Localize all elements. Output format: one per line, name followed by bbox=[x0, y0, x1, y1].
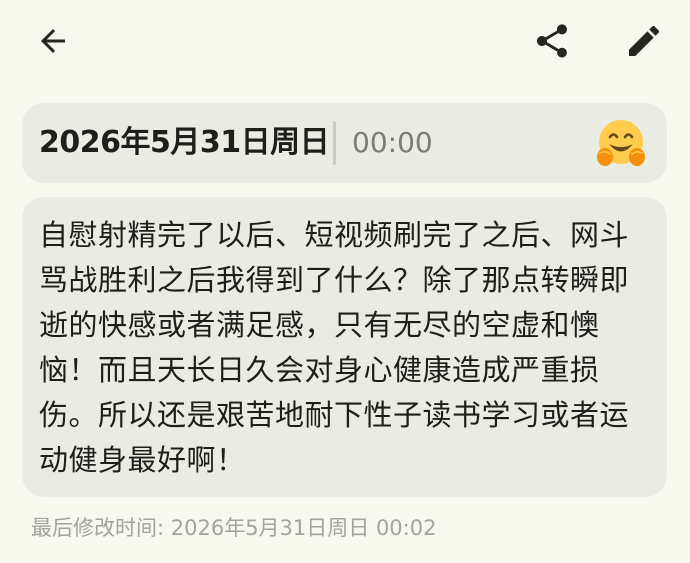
back-button[interactable] bbox=[29, 17, 77, 65]
date-time-divider bbox=[333, 121, 336, 165]
arrow-left-icon bbox=[41, 29, 65, 53]
edit-button[interactable] bbox=[620, 17, 668, 65]
entry-header-card: 2026年5月31日周日 00:00 bbox=[22, 103, 667, 183]
entry-content-card[interactable]: 自慰射精完了以后、短视频刷完了之后、网斗骂战胜利之后我得到了什么？除了那点转瞬即… bbox=[22, 197, 667, 497]
hugging-face-icon[interactable] bbox=[592, 115, 650, 173]
entry-time[interactable]: 00:00 bbox=[352, 103, 433, 183]
top-toolbar bbox=[0, 0, 690, 84]
diary-entry-page: 2026年5月31日周日 00:00 自慰射精完了以后、短视频刷完了之后、网斗骂… bbox=[0, 0, 690, 563]
share-icon bbox=[537, 24, 567, 58]
entry-date[interactable]: 2026年5月31日周日 bbox=[39, 103, 330, 183]
entry-content[interactable]: 自慰射精完了以后、短视频刷完了之后、网斗骂战胜利之后我得到了什么？除了那点转瞬即… bbox=[39, 213, 654, 483]
last-modified-label: 最后修改时间: 2026年5月31日周日 00:02 bbox=[31, 516, 437, 540]
share-button[interactable] bbox=[528, 17, 576, 65]
pencil-icon bbox=[629, 25, 660, 56]
